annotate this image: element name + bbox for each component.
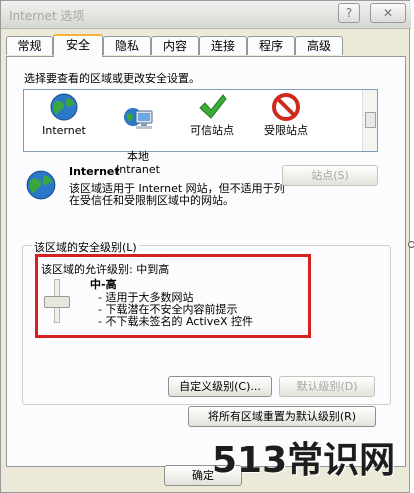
zone-label: 受限站点 [264, 124, 308, 137]
security-level-group-label: 该区域的安全级别(L) [32, 239, 139, 255]
default-level-button[interactable]: 默认级别(D) [279, 376, 375, 397]
restricted-icon [251, 90, 321, 124]
site-watermark: 513常识网 [212, 440, 396, 481]
tab-advanced[interactable]: 高级 [295, 36, 343, 55]
sites-button[interactable]: 站点(S) [282, 165, 378, 186]
internet-options-dialog: Internet 选项 ? ✕ 常规 安全 隐私 内容 连接 程序 高级 选择要… [0, 0, 411, 493]
window-title: Internet 选项 [9, 9, 85, 23]
title-bar: Internet 选项 ? ✕ [1, 1, 411, 29]
custom-level-button[interactable]: 自定义级别(C)... [168, 376, 272, 397]
globe-icon [29, 90, 99, 124]
check-icon [177, 90, 247, 124]
zone-label: Internet [42, 124, 86, 137]
tab-privacy[interactable]: 隐私 [103, 36, 151, 55]
zone-item-restricted[interactable]: 受限站点 [251, 90, 321, 137]
globe-icon [25, 169, 57, 204]
tab-connections[interactable]: 连接 [199, 36, 247, 55]
zone-list-scrollbar[interactable] [362, 90, 377, 151]
tab-security[interactable]: 安全 [53, 34, 103, 57]
tab-content[interactable]: 内容 [151, 36, 199, 55]
zone-item-internet[interactable]: Internet [29, 90, 99, 137]
zone-label: 可信站点 [190, 124, 234, 137]
resize-handle[interactable] [408, 241, 414, 248]
close-button[interactable]: ✕ [370, 3, 406, 23]
reset-all-zones-button[interactable]: 将所有区域重置为默认级别(R) [188, 406, 376, 427]
zone-list: Internet 本地 Intranet 可信站点 受限站点 [23, 89, 378, 176]
selected-zone-description: 该区域适用于 Internet 网站，但不适用于列在受信任和受限制区域中的网站。 [69, 182, 285, 207]
zone-prompt: 选择要查看的区域或更改安全设置。 [24, 72, 200, 85]
scrollbar-thumb[interactable] [365, 112, 376, 128]
highlight-box [35, 254, 311, 338]
zone-item-trusted[interactable]: 可信站点 [177, 90, 247, 137]
selected-zone-name: Internet [69, 165, 120, 178]
intranet-icon [103, 103, 173, 137]
tab-programs[interactable]: 程序 [247, 36, 295, 55]
tab-general[interactable]: 常规 [6, 36, 53, 55]
help-button[interactable]: ? [338, 3, 360, 23]
